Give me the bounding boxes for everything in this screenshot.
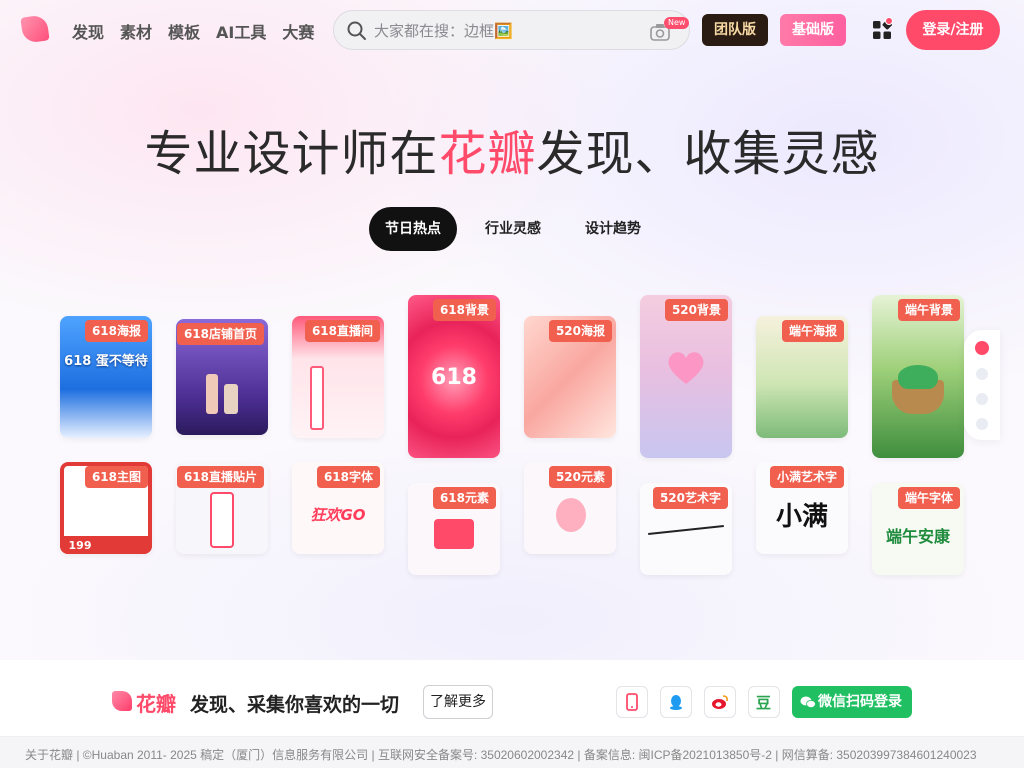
price-strip	[60, 536, 152, 554]
heart-icon	[668, 352, 704, 384]
product-bottle-shape	[224, 384, 238, 414]
card-label: 520元素	[548, 466, 612, 488]
hero-title-pre: 专业设计师在	[144, 126, 439, 182]
bottom-brand-name: 花瓣	[136, 692, 176, 716]
nav-item-discover[interactable]: 发现	[72, 19, 104, 43]
team-edition-button[interactable]: 团队版	[702, 14, 768, 46]
carousel-dot-4[interactable]	[976, 418, 988, 430]
wechat-scan-login-button[interactable]: 微信扫码登录	[792, 686, 912, 718]
card-xiaoman-art-text[interactable]: 小满 小满艺术字	[756, 462, 848, 554]
site-footer: 关于花瓣 | ©Huaban 2011- 2025 稿定（厦门）信息服务有限公司…	[0, 736, 1024, 768]
card-label: 618店铺首页	[176, 323, 264, 345]
category-tabs: 节日热点 行业灵感 设计趋势	[369, 207, 669, 251]
qq-login-button[interactable]	[660, 686, 692, 718]
tab-design-trends[interactable]: 设计趋势	[569, 207, 657, 251]
card-label: 端午海报	[781, 320, 844, 342]
card-618-live-sticker[interactable]: 618直播贴片	[176, 462, 268, 554]
card-label: 618直播间	[304, 320, 380, 342]
card-520-background[interactable]: 520背景	[640, 295, 732, 458]
card-label: 618海报	[84, 320, 148, 342]
card-label: 618主图	[84, 466, 148, 488]
card-618-main-image[interactable]: 199 618主图	[60, 462, 152, 554]
search-icon[interactable]	[346, 20, 368, 42]
card-dragon-boat-font[interactable]: 端午安康 端午字体	[872, 483, 964, 575]
card-dragon-boat-poster[interactable]: 端午海报	[756, 316, 848, 438]
card-618-background[interactable]: 618 618背景	[408, 295, 500, 458]
douban-login-button[interactable]: 豆	[748, 686, 780, 718]
hero-title: 专业设计师在花瓣发现、收集灵感	[0, 114, 1024, 184]
search-input[interactable]	[374, 19, 634, 43]
search-bar[interactable]: New	[333, 10, 690, 50]
card-520-poster[interactable]: 520海报	[524, 316, 616, 438]
nav-item-materials[interactable]: 素材	[120, 19, 152, 43]
top-header: 发现 素材 模板 AI工具 大赛 New 团队版 基础版 登录/注册	[0, 0, 1024, 60]
cupid-shape	[556, 498, 586, 532]
card-label: 618直播贴片	[176, 466, 264, 488]
card-label: 520艺术字	[652, 487, 728, 509]
notification-dot	[885, 17, 893, 25]
douban-icon: 豆	[756, 694, 772, 712]
card-520-element[interactable]: 520元素	[524, 462, 616, 554]
card-618-poster[interactable]: 618 蛋不等待 618海报	[60, 316, 152, 438]
sticker-panel-shape	[210, 492, 234, 548]
learn-more-button[interactable]: 了解更多	[423, 685, 493, 719]
nav-item-templates[interactable]: 模板	[168, 19, 200, 43]
huaban-logo-small-icon	[112, 691, 132, 711]
weibo-login-button[interactable]	[704, 686, 736, 718]
wechat-icon	[800, 696, 816, 708]
card-label: 小满艺术字	[769, 466, 844, 488]
card-label: 520背景	[664, 299, 728, 321]
weibo-icon	[712, 695, 728, 709]
nav-item-contest[interactable]: 大赛	[282, 19, 314, 43]
card-dragon-boat-background[interactable]: 端午背景	[872, 295, 964, 458]
tab-holiday-hot[interactable]: 节日热点	[369, 207, 457, 251]
hero-title-accent: 花瓣	[438, 126, 537, 182]
carousel-pagination	[964, 330, 1000, 440]
login-register-button[interactable]: 登录/注册	[906, 10, 1000, 50]
card-label: 端午背景	[897, 299, 960, 321]
bottom-slogan: 发现、采集你喜欢的一切	[190, 694, 400, 716]
basic-edition-button[interactable]: 基础版	[780, 14, 846, 46]
phone-login-button[interactable]	[616, 686, 648, 718]
new-badge: New	[664, 17, 690, 29]
card-618-element[interactable]: 618元素	[408, 483, 500, 575]
product-bottle-shape	[206, 374, 218, 414]
phone-icon	[626, 693, 638, 711]
card-618-shop-home[interactable]: 618店铺首页	[176, 319, 268, 435]
wechat-login-label: 微信扫码登录	[818, 694, 902, 710]
qq-icon	[670, 695, 682, 710]
card-label: 端午字体	[897, 487, 960, 509]
card-618-live-room[interactable]: 618直播间	[292, 316, 384, 438]
nav-item-ai-tools[interactable]: AI工具	[216, 19, 266, 43]
huaban-logo-icon[interactable]	[20, 14, 50, 44]
card-label: 618字体	[316, 466, 380, 488]
live-panel-shape	[310, 366, 324, 430]
carousel-dot-3[interactable]	[976, 393, 988, 405]
bottom-promo-bar: 花瓣 发现、采集你喜欢的一切 了解更多 豆 微信扫码登录	[0, 660, 1024, 736]
carousel-dot-2[interactable]	[976, 368, 988, 380]
footer-legal-text: 关于花瓣 | ©Huaban 2011- 2025 稿定（厦门）信息服务有限公司…	[25, 748, 977, 762]
carousel-dot-1[interactable]	[975, 341, 989, 355]
card-label: 520海报	[548, 320, 612, 342]
tab-industry-inspiration[interactable]: 行业灵感	[469, 207, 557, 251]
card-618-font[interactable]: 狂欢GO 618字体	[292, 462, 384, 554]
shopping-cart-shape	[434, 519, 474, 549]
zongzi-shape	[898, 365, 938, 389]
card-520-art-text[interactable]: 520艺术字	[640, 483, 732, 575]
card-label: 618元素	[432, 487, 496, 509]
card-label: 618背景	[432, 299, 496, 321]
hero-title-post: 发现、收集灵感	[536, 126, 880, 182]
background-glow	[0, 0, 1024, 660]
main-nav: 发现 素材 模板 AI工具 大赛	[72, 19, 314, 43]
